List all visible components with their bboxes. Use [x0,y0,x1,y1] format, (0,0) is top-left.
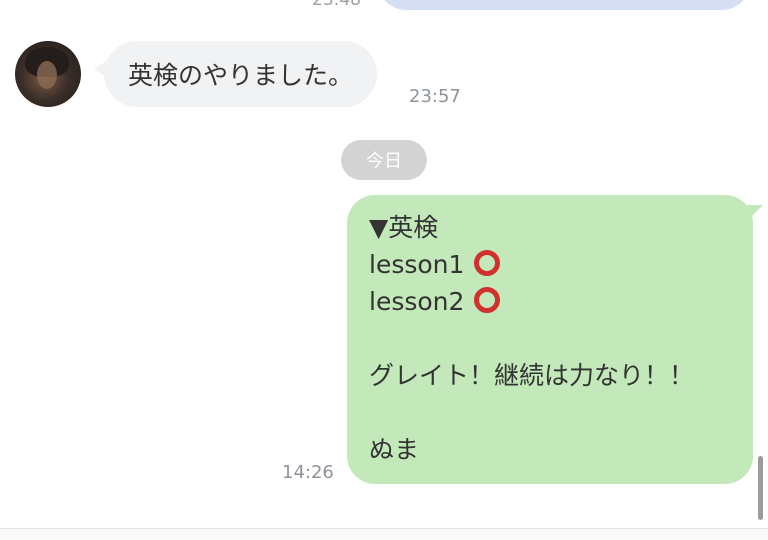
message-line-text: ぬま [369,435,420,464]
sender-avatar[interactable] [15,41,81,107]
message-line-text: グレイト！継続は力なり！！ [369,361,695,390]
date-separator: 今日 [341,140,427,180]
outgoing-message-bubble[interactable]: ▼英検 lesson1 lesson2 グレイト！継続は力なり！！ ぬま [347,195,753,484]
previous-message-time: 23:48 [312,0,361,10]
message-line-text: lesson2 [369,287,465,316]
message-line: lesson2 [369,283,733,320]
message-line: lesson1 [369,246,733,283]
red-circle-mark-icon [474,250,501,276]
message-line: ぬま [369,431,733,468]
previous-message-bubble[interactable] [378,0,750,10]
red-circle-mark-icon [474,287,501,313]
avatar-face [37,61,57,89]
message-line-text: lesson1 [369,250,465,279]
incoming-message-bubble[interactable]: 英検のやりました。 [93,41,378,107]
outgoing-message-time: 14:26 [282,462,334,483]
incoming-message-time: 23:57 [409,86,461,107]
message-line: グレイト！継続は力なり！！ [369,357,733,394]
date-separator-label: 今日 [366,151,402,172]
scrollbar-thumb[interactable] [758,456,763,520]
message-line: ▼英検 [369,209,733,246]
input-area-edge [0,528,768,540]
incoming-message-text: 英検のやりました。 [128,61,354,90]
message-line-text: ▼英検 [369,213,439,242]
chat-screen: 23:48 英検のやりました。 23:57 今日 14:26 ▼英検 lesso… [0,0,768,540]
